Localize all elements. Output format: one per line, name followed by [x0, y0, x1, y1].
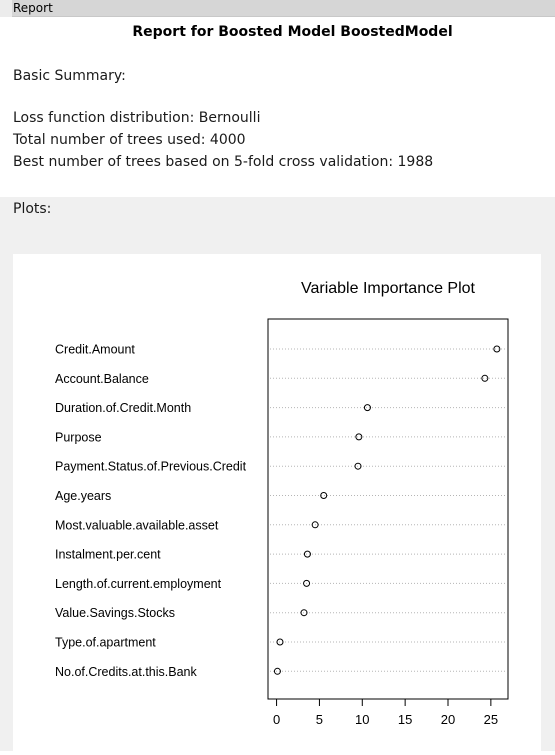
- category-label: Credit.Amount: [55, 343, 135, 357]
- category-label: Length.of.current.employment: [55, 577, 222, 591]
- chart-title: Variable Importance Plot: [301, 280, 476, 297]
- category-label: Duration.of.Credit.Month: [55, 401, 191, 415]
- x-tick-label: 20: [441, 712, 455, 727]
- category-label: No.of.Credits.at.this.Bank: [55, 665, 197, 679]
- x-tick-label: 0: [273, 712, 280, 727]
- x-tick-label: 5: [316, 712, 323, 727]
- x-axis: 0 5 10 15 20 25: [273, 698, 498, 727]
- x-tick-label: 10: [355, 712, 369, 727]
- category-label: Most.valuable.available.asset: [55, 518, 219, 532]
- report-title: Report for Boosted Model BoostedModel: [132, 24, 453, 40]
- x-tick-label: 25: [484, 712, 498, 727]
- category-label: Account.Balance: [55, 372, 149, 386]
- x-tick-label: 15: [398, 712, 412, 727]
- category-label: Instalment.per.cent: [55, 548, 161, 562]
- plots-heading: Plots:: [13, 201, 52, 217]
- loss-function-line: Loss function distribution: Bernoulli: [13, 110, 261, 126]
- basic-summary-heading: Basic Summary:: [13, 68, 126, 84]
- variable-importance-plot-card: Variable Importance Plot Credit.Amount Ac…: [13, 254, 541, 751]
- category-label: Age.years: [55, 489, 111, 503]
- data-points: [273, 345, 501, 675]
- tab-edge: [0, 0, 12, 17]
- grid-lines: [270, 348, 506, 672]
- category-label: Payment.Status.of.Previous.Credit: [55, 460, 247, 474]
- category-label: Value.Savings.Stocks: [55, 606, 175, 620]
- report-tab[interactable]: Report: [13, 1, 53, 16]
- total-trees-line: Total number of trees used: 4000: [13, 132, 246, 148]
- category-label: Purpose: [55, 430, 102, 444]
- category-labels: Credit.Amount Account.Balance Duration.of.…: [55, 343, 247, 679]
- category-label: Type.of.apartment: [55, 636, 156, 650]
- report-tab-bar: Report: [0, 0, 555, 17]
- variable-importance-plot: Variable Importance Plot Credit.Amount Ac…: [55, 280, 509, 727]
- best-trees-line: Best number of trees based on 5-fold cro…: [13, 154, 434, 170]
